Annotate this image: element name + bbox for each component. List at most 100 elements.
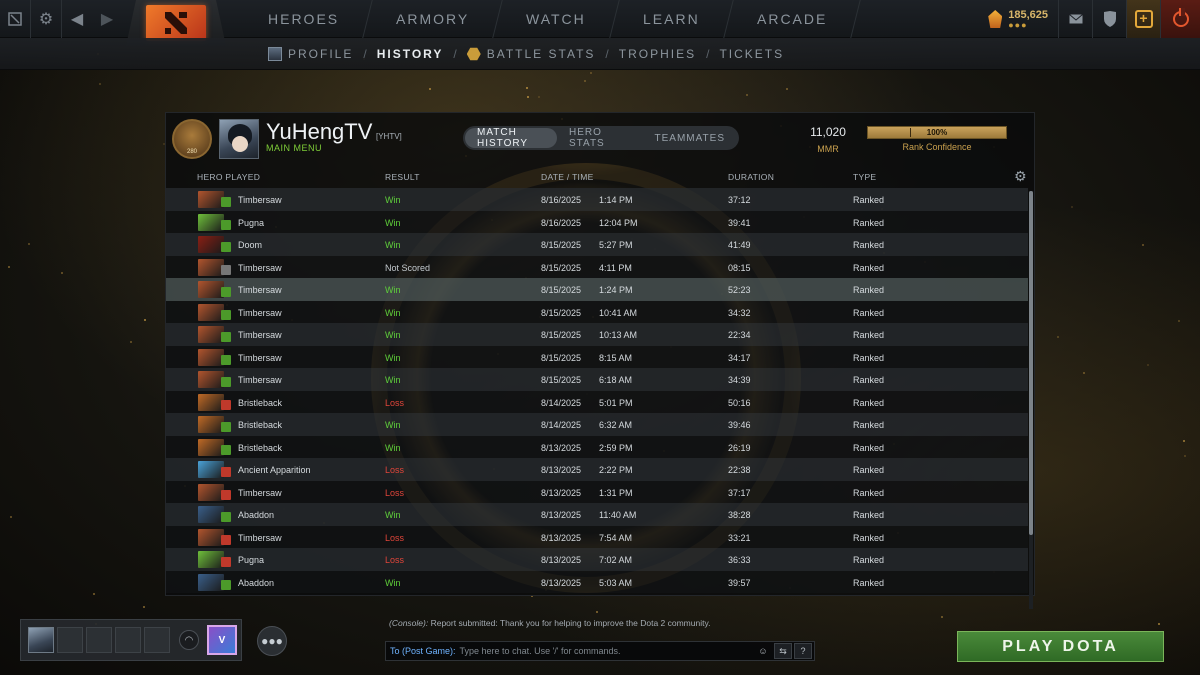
nav-arcade[interactable]: ARCADE [724,0,861,38]
avatar[interactable] [219,119,259,159]
tab-match-history[interactable]: MATCH HISTORY [465,127,557,149]
power-icon[interactable] [1160,0,1200,38]
scrollbar-thumb[interactable] [1029,191,1033,535]
match-time: 8:15 AM [599,352,633,363]
table-row[interactable]: Abaddon Win 8/13/2025 5:03 AM 39:57 Ranked [166,570,1028,593]
chevron-right-icon[interactable]: ▶ [92,0,122,38]
table-row[interactable]: Pugna Win 8/16/2025 12:04 PM 39:41 Ranked [166,210,1028,233]
table-row[interactable]: Timbersaw Win 8/15/2025 6:18 AM 34:39 Ranked [166,368,1028,391]
match-date: 8/14/2025 [541,397,582,408]
subnav-battle-stats[interactable]: BATTLE STATS [466,47,596,61]
table-row[interactable]: Ancient Apparition Loss 8/13/2025 2:22 PM 22… [166,458,1028,481]
table-row[interactable]: Timbersaw Win 8/15/2025 8:15 AM 34:17 Ranked [166,345,1028,368]
speckle [28,243,30,245]
subnav-tickets[interactable]: TICKETS [719,47,784,61]
friends-icon[interactable]: ●●● [257,626,287,656]
party-slot-empty[interactable] [57,627,83,653]
speckle [1142,244,1144,246]
match-duration: 39:41 [728,217,751,228]
header-result[interactable]: RESULT [385,172,420,182]
table-row[interactable]: Timbersaw Loss 8/13/2025 7:54 AM 33:21 Ranked [166,525,1028,548]
tab-teammates[interactable]: TEAMMATES [643,128,737,148]
subnav-profile[interactable]: PROFILE [268,47,353,61]
nav-learn[interactable]: LEARN [610,0,734,38]
speckle [1184,455,1186,457]
table-row[interactable]: Abaddon Win 8/13/2025 11:40 AM 38:28 Ranked [166,503,1028,526]
gear-icon[interactable]: ⚙ [1014,169,1028,183]
subnav-history[interactable]: HISTORY [377,47,444,61]
match-duration: 52:23 [728,285,751,295]
chat-help-button[interactable]: ? [794,643,812,659]
emoji-icon[interactable]: ☺ [754,643,772,659]
chat-channel[interactable]: To (Post Game): [390,646,456,656]
party-slot-empty[interactable] [86,627,112,653]
separator: / [605,47,609,61]
table-row[interactable]: Timbersaw Loss 8/13/2025 1:31 PM 37:17 Ranked [166,480,1028,503]
play-dota-button[interactable]: PLAY DOTA [957,631,1164,662]
match-result: Win [385,420,401,430]
table-row[interactable]: Timbersaw Win 8/15/2025 10:13 AM 22:34 Ranked [166,323,1028,346]
speckle [941,616,943,618]
party-slot-empty[interactable] [115,627,141,653]
table-row[interactable]: Timbersaw Win 8/15/2025 10:41 AM 34:32 Ranked [166,300,1028,323]
dota-logo-icon[interactable] [0,0,30,38]
table-row[interactable]: Bristleback Win 8/13/2025 2:59 PM 26:19 Ranke… [166,435,1028,458]
subnav-trophies[interactable]: TROPHIES [619,47,696,61]
match-result: Win [385,195,401,205]
speckle [1071,206,1073,208]
match-type: Ranked [853,307,885,318]
party-slot-self[interactable] [28,627,54,653]
match-time: 5:01 PM [599,397,633,408]
shards-counter[interactable]: 185,625 ●●● [978,0,1058,38]
table-row[interactable]: Bristleback Loss 8/14/2025 5:01 PM 50:16 Rank… [166,390,1028,413]
table-row[interactable]: Pugna Loss 8/13/2025 7:02 AM 36:33 Ranked [166,548,1028,571]
table-row[interactable]: Timbersaw Win 8/16/2025 1:14 PM 37:12 Ranked [166,188,1028,211]
header-datetime[interactable]: DATE / TIME [541,172,594,182]
chat-placeholder[interactable]: Type here to chat. Use '/' for commands. [460,646,754,656]
shard-icon [988,10,1003,28]
match-duration: 36:33 [728,555,751,565]
result-badge-icon [221,242,231,252]
chevron-left-icon[interactable]: ◀ [62,0,92,38]
hero-name: Timbersaw [238,285,282,295]
match-duration: 22:34 [728,330,751,340]
header-hero[interactable]: HERO PLAYED [197,172,260,182]
mmr-display: 11,020 MMR [806,125,850,154]
table-row[interactable]: Timbersaw Not Scored 8/15/2025 4:11 PM 08:15… [166,255,1028,278]
match-date: 8/13/2025 [541,532,582,543]
match-time: 6:32 AM [599,420,633,430]
table-row[interactable]: Doom Win 8/15/2025 5:27 PM 41:49 Ranked [166,233,1028,256]
nav-armory[interactable]: ARMORY [363,0,504,38]
shard-dots: ●●● [1008,20,1028,30]
separator: / [363,47,367,61]
header-type[interactable]: TYPE [853,172,876,182]
tab-hero-stats[interactable]: HERO STATS [557,127,643,149]
rank-medal-icon[interactable]: 280 [172,119,212,159]
table-row[interactable]: Timbersaw Win 8/15/2025 1:24 PM 52:23 Ranked [166,278,1028,301]
match-result: Win [385,285,401,295]
party-bar: ◠ V [20,619,242,661]
scrollbar[interactable] [1029,191,1033,609]
headset-icon[interactable]: ◠ [179,630,199,650]
speckle [746,94,748,96]
nav-watch[interactable]: WATCH [493,0,620,38]
match-time: 7:54 AM [599,532,633,543]
match-result: Win [385,577,401,588]
hero-name: Bristleback [238,442,283,453]
armor-icon[interactable] [1092,0,1126,38]
chat-input[interactable]: To (Post Game): Type here to chat. Use '… [385,641,815,661]
player-status: MAIN MENU [266,143,322,153]
party-slot-empty[interactable] [144,627,170,653]
mmr-value: 11,020 [810,125,846,139]
table-row[interactable]: Bristleback Win 8/14/2025 6:32 AM 39:46 Ranke… [166,413,1028,436]
mail-icon[interactable] [1058,0,1092,38]
gear-icon[interactable]: ⚙ [31,0,61,38]
header-duration[interactable]: DURATION [728,172,774,182]
table-header: HERO PLAYED RESULT DATE / TIME DURATION … [166,165,1034,188]
dota-plus-icon[interactable]: + [1126,0,1160,38]
avatar-icon [268,47,282,61]
speckle [1178,320,1180,322]
dota-plus-badge-icon[interactable]: V [207,625,237,655]
chat-wheel-icon[interactable]: ⇆ [774,643,792,659]
nav-heroes[interactable]: HEROES [235,0,373,38]
